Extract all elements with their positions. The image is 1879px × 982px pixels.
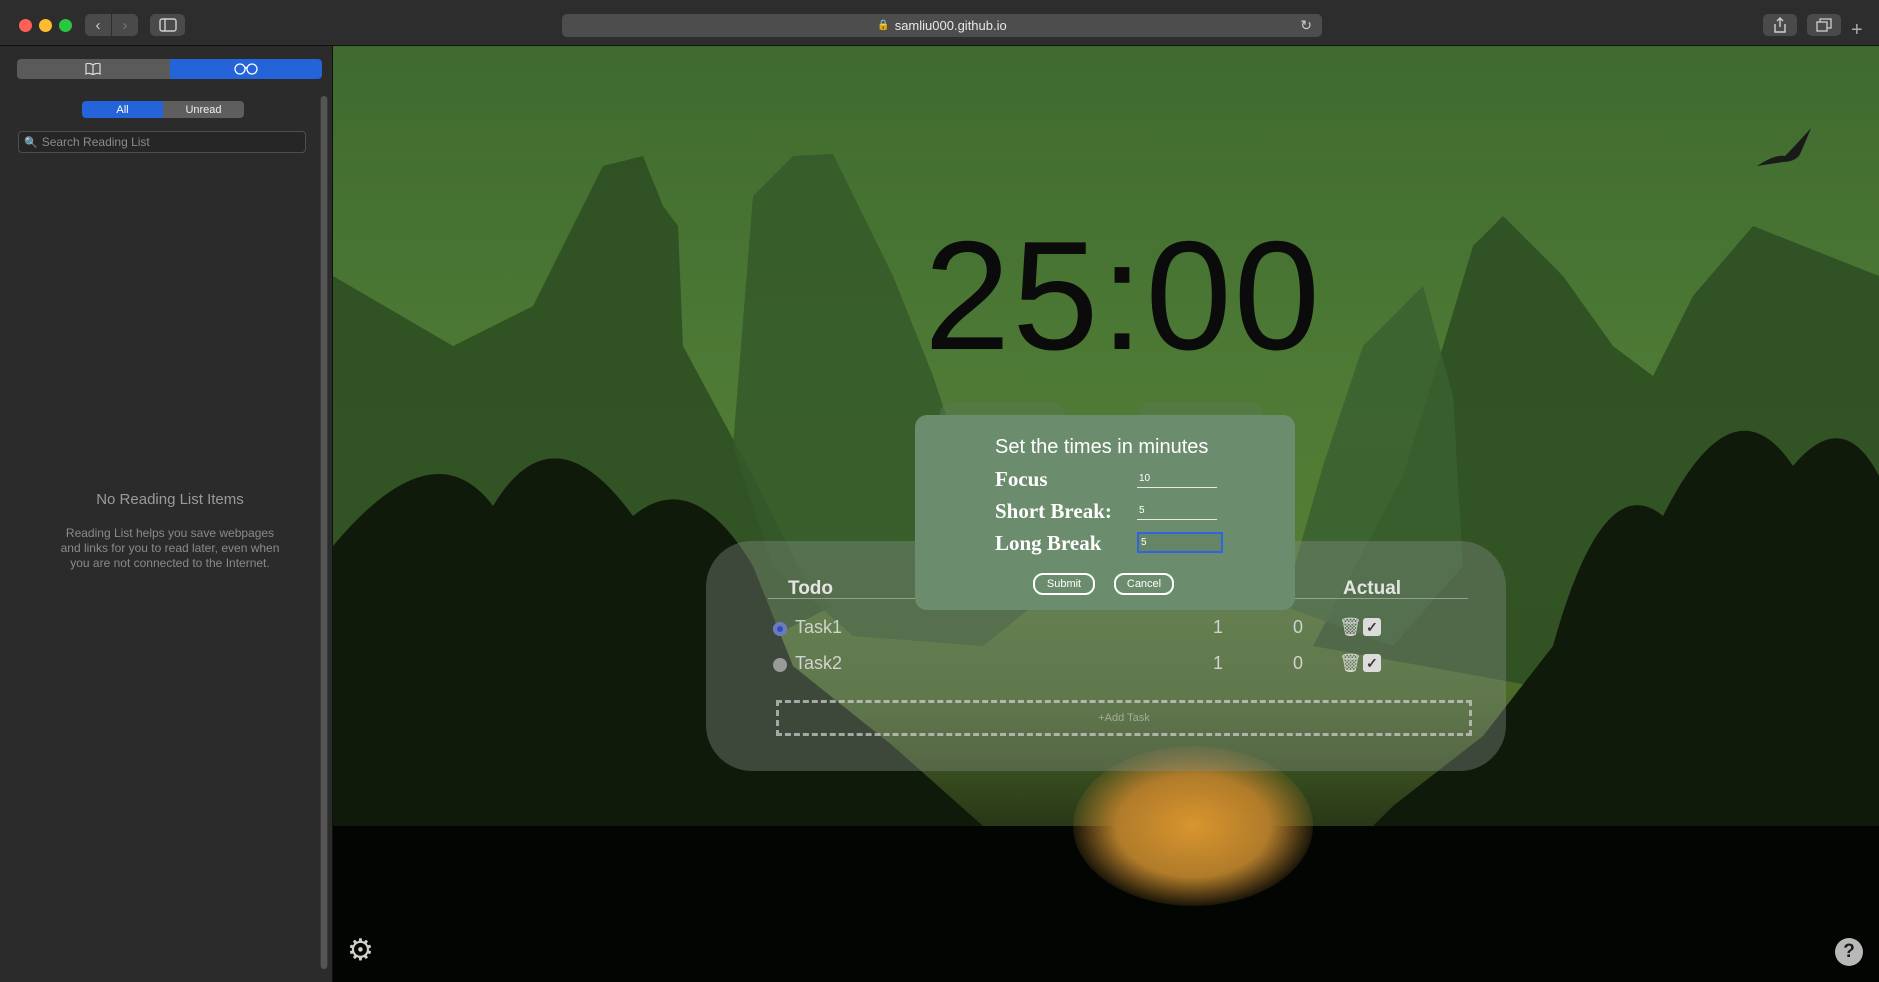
new-tab-button[interactable]: + (1851, 20, 1863, 40)
task-estimate: 1 (1213, 653, 1224, 673)
task-actual: 0 (1293, 617, 1304, 637)
todo-header: Todo (788, 578, 834, 599)
glasses-icon (234, 63, 258, 75)
gear-icon[interactable]: ⚙ (347, 936, 377, 966)
address-bar[interactable]: 🔒 samliu000.github.io ↻ (562, 14, 1322, 37)
modal-title: Set the times in minutes (995, 436, 1209, 458)
focus-input[interactable] (1137, 469, 1217, 488)
task-select-radio[interactable] (773, 622, 787, 636)
reading-list-search[interactable]: 🔍 Search Reading List (18, 131, 306, 153)
reading-list-tab[interactable] (169, 59, 322, 79)
book-icon (85, 63, 101, 75)
submit-button[interactable]: Submit (1033, 573, 1095, 595)
checkmark-icon[interactable]: ✓ (1363, 618, 1381, 636)
task-row[interactable]: Task2 1 0 🗑 ✓ (773, 651, 1473, 679)
chevron-left-icon: ‹ (95, 16, 101, 34)
cancel-button[interactable]: Cancel (1114, 573, 1174, 595)
scrollbar-thumb[interactable] (321, 96, 327, 969)
long-break-input[interactable] (1137, 532, 1223, 553)
tabs-icon (1816, 18, 1832, 32)
minimize-window-button[interactable] (39, 19, 52, 32)
help-icon[interactable]: ? (1835, 938, 1863, 966)
search-icon: 🔍 (24, 136, 38, 149)
close-window-button[interactable] (19, 19, 32, 32)
search-placeholder: Search Reading List (41, 135, 150, 149)
focus-label: Focus (995, 467, 1048, 491)
short-break-label: Short Break: (995, 499, 1112, 523)
sidebar-icon (158, 18, 177, 32)
actual-header: Actual (1343, 578, 1402, 599)
timer-display: 25:00 (924, 209, 1322, 382)
pomodoro-app: 25:00 Todo ation Actual Task1 1 0 🗑 ✓ Ta… (333, 46, 1879, 982)
short-break-input[interactable] (1137, 501, 1217, 520)
reading-list-filter: All Unread (82, 101, 244, 118)
task-actual: 0 (1293, 653, 1304, 673)
reading-list-sidebar: All Unread 🔍 Search Reading List No Read… (0, 46, 333, 982)
task-name: Task1 (795, 617, 843, 637)
task-select-radio[interactable] (773, 658, 787, 672)
empty-state-title: No Reading List Items (96, 491, 244, 508)
filter-unread-button[interactable]: Unread (163, 101, 244, 118)
back-button[interactable]: ‹ (85, 14, 111, 36)
add-task-button[interactable]: +Add Task (776, 700, 1472, 736)
checkmark-icon[interactable]: ✓ (1363, 654, 1381, 672)
filter-all-button[interactable]: All (82, 101, 163, 118)
sidebar-toggle-button[interactable] (150, 14, 185, 36)
share-icon (1774, 17, 1786, 33)
browser-toolbar: ‹ › 🔒 samliu000.github.io ↻ + (0, 0, 1879, 46)
forward-button[interactable]: › (112, 14, 138, 36)
lock-icon: 🔒 (877, 20, 890, 31)
trash-icon[interactable]: 🗑 (1339, 653, 1362, 674)
empty-state-description: Reading List helps you save webpages and… (60, 526, 280, 570)
settings-modal: Set the times in minutes Focus Short Bre… (915, 415, 1295, 610)
trash-icon[interactable]: 🗑 (1339, 617, 1362, 638)
long-break-label: Long Break (995, 531, 1102, 555)
bird-illustration (1757, 128, 1811, 166)
task-estimate: 1 (1213, 617, 1224, 637)
bookmarks-tab[interactable] (17, 59, 170, 79)
share-button[interactable] (1763, 14, 1797, 36)
task-name: Task2 (795, 653, 843, 673)
zoom-window-button[interactable] (59, 19, 72, 32)
address-url: samliu000.github.io (894, 18, 1007, 33)
tab-overview-button[interactable] (1807, 14, 1841, 36)
sidebar-scrollbar[interactable] (320, 96, 328, 969)
task-row[interactable]: Task1 1 0 🗑 ✓ (773, 615, 1473, 643)
chevron-right-icon: › (122, 16, 128, 34)
reload-icon[interactable]: ↻ (1300, 17, 1312, 34)
sidebar-segmented-control (17, 59, 322, 79)
